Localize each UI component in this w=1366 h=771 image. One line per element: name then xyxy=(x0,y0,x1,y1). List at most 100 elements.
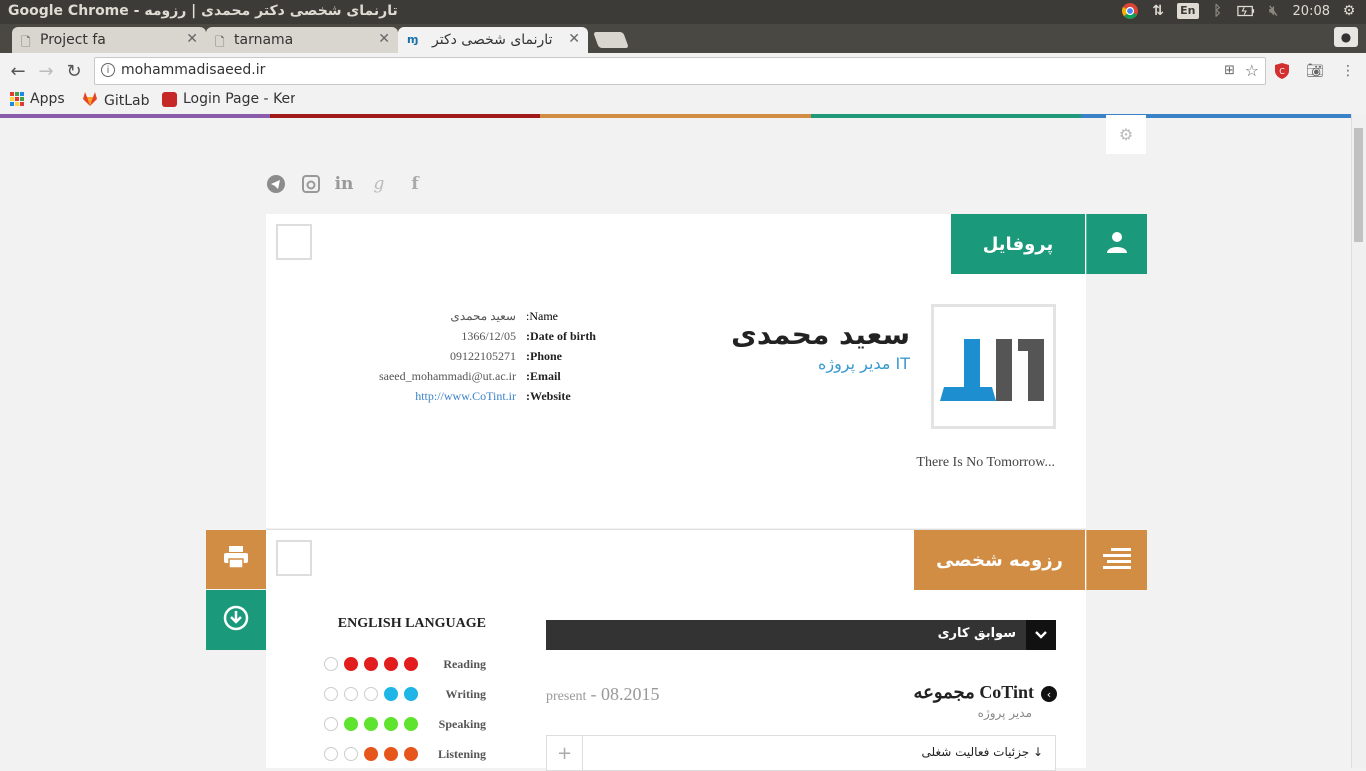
battery-icon[interactable] xyxy=(1236,2,1255,20)
info-value-email[interactable]: saeed_mohammadi@ut.ac.ir xyxy=(379,369,516,384)
info-label: :Date of birth xyxy=(526,329,596,343)
bookmark-label: GitLab xyxy=(104,92,150,109)
download-button[interactable] xyxy=(206,590,266,650)
bookmark-apps[interactable]: Apps xyxy=(10,91,65,107)
tab-project-fa[interactable]: 🗋 Project fa ✕ xyxy=(12,27,206,53)
work-history-header[interactable]: سوابق کاری xyxy=(546,620,1026,650)
color-segment xyxy=(270,114,541,118)
resume-section-title: رزومه شخصی xyxy=(936,549,1063,571)
settings-gear-button[interactable]: ⚙ xyxy=(1106,115,1146,154)
info-label: :Email xyxy=(526,369,561,383)
telegram-icon[interactable] xyxy=(265,174,287,199)
gear-icon: ⚙ xyxy=(1118,125,1134,144)
info-label: :Website xyxy=(526,389,571,403)
url-text[interactable]: mohammadisaeed.ir xyxy=(121,62,265,78)
site-color-bar xyxy=(0,114,1352,118)
google-plus-icon[interactable]: g xyxy=(368,174,390,194)
linkedin-icon[interactable]: in xyxy=(333,174,355,194)
profile-motto: There Is No Tomorrow... xyxy=(916,455,1055,470)
menu-icon[interactable]: ⋮ xyxy=(1338,61,1358,81)
skill-name: Reading xyxy=(443,657,486,671)
chevron-down-icon[interactable] xyxy=(1026,620,1056,650)
profile-toggle-checkbox[interactable] xyxy=(276,224,312,260)
profile-section-header: پروفایل xyxy=(951,214,1085,274)
profile-icon[interactable]: ● xyxy=(1334,27,1358,47)
info-icon[interactable]: i xyxy=(101,63,115,77)
skill-level-dot xyxy=(364,657,378,671)
color-segment xyxy=(540,114,811,118)
profile-photo xyxy=(931,304,1056,429)
star-icon[interactable]: ☆ xyxy=(1245,61,1259,80)
profile-name: سعید محمدی xyxy=(731,318,910,351)
reload-icon[interactable]: ↻ xyxy=(62,59,86,83)
color-segment xyxy=(0,114,271,118)
new-tab-button[interactable] xyxy=(593,32,629,48)
gear-icon[interactable]: ⚙ xyxy=(1340,2,1358,20)
tab-strip: 🗋 Project fa ✕ 🗋 tarnama ✕ ɱ تارنمای شخص… xyxy=(0,24,1366,53)
info-value-birthdate: 1366/12/05 xyxy=(461,329,516,343)
skill-level-dot xyxy=(364,717,378,731)
skill-level-dot xyxy=(324,717,338,731)
color-segment xyxy=(810,114,1081,118)
site-favicon-icon: ɱ xyxy=(407,33,419,46)
bookmark-gitlab[interactable]: GitLab xyxy=(82,91,150,110)
work-history-title: سوابق کاری xyxy=(937,626,1016,641)
forward-arrow-icon[interactable]: → xyxy=(34,59,58,83)
camera-icon[interactable]: 📷︎ xyxy=(1305,61,1325,81)
job-date-range: present - 08.2015 xyxy=(546,684,660,704)
tab-label: Project fa xyxy=(40,32,106,48)
clock[interactable]: 20:08 xyxy=(1293,4,1330,19)
browser-toolbar: ← → ↻ i mohammadisaeed.ir ⊞ ☆ C 📷︎ ⋮ xyxy=(0,53,1366,89)
chrome-icon[interactable] xyxy=(1121,2,1139,20)
profile-section-icon-block xyxy=(1086,214,1147,274)
close-icon[interactable]: ✕ xyxy=(186,31,198,47)
info-value-website-link[interactable]: http://www.CoTint.ir xyxy=(415,389,516,404)
os-top-bar: Google Chrome - تارنمای شخصی دکتر محمدی … xyxy=(0,0,1366,24)
chevron-left-circle-icon[interactable]: ‹ xyxy=(1041,686,1057,702)
info-label: :Phone xyxy=(526,349,562,363)
bookmark-login-page[interactable]: Login Page - Keri xyxy=(162,91,295,107)
bluetooth-icon[interactable]: ᛒ xyxy=(1209,2,1227,20)
close-icon[interactable]: ✕ xyxy=(378,31,390,47)
instagram-icon[interactable] xyxy=(300,174,322,199)
svg-text:C: C xyxy=(1279,67,1285,76)
tab-tarnama[interactable]: 🗋 tarnama ✕ xyxy=(206,27,398,53)
translate-icon[interactable]: ⊞ xyxy=(1224,63,1235,78)
resume-section-header: رزومه شخصی xyxy=(914,530,1085,590)
job-position: مدیر پروژه xyxy=(977,706,1032,720)
expand-plus-icon[interactable]: + xyxy=(547,736,583,770)
skill-name: Listening xyxy=(437,747,486,761)
keyboard-language-indicator[interactable]: En xyxy=(1177,3,1199,19)
user-icon xyxy=(1105,230,1129,259)
profile-section-title: پروفایل xyxy=(982,233,1054,255)
download-circle-icon xyxy=(223,605,249,636)
gitlab-icon xyxy=(82,91,98,110)
scrollbar-thumb[interactable] xyxy=(1354,128,1363,242)
print-button[interactable] xyxy=(206,530,266,589)
document-icon: 🗋 xyxy=(21,35,31,49)
profile-role: مدیر پروژه IT xyxy=(817,354,910,373)
tab-active-site[interactable]: ɱ تارنمای شخصی دکتر ✕ xyxy=(398,27,588,53)
back-arrow-icon[interactable]: ← xyxy=(6,59,30,83)
bookmark-label: Login Page - Keri xyxy=(183,91,295,107)
info-value-name: سعید محمدی xyxy=(450,309,516,323)
skill-level-dot xyxy=(324,687,338,701)
tab-label: tarnama xyxy=(234,32,294,48)
close-icon[interactable]: ✕ xyxy=(568,31,580,47)
skill-level-dot xyxy=(364,687,378,701)
bookmarks-bar: Apps GitLab Login Page - Keri xyxy=(0,89,1366,113)
network-icon[interactable]: ⇅ xyxy=(1149,2,1167,20)
resume-toggle-checkbox[interactable] xyxy=(276,540,312,576)
job-details-accordion[interactable]: + جزئیات فعالیت شغلی ↓ xyxy=(546,735,1056,771)
job-date-start: 08.2015 xyxy=(600,684,660,704)
keri-favicon-icon xyxy=(162,91,177,107)
tab-label: تارنمای شخصی دکتر xyxy=(432,32,553,48)
skill-level-dot xyxy=(364,747,378,761)
apps-grid-icon xyxy=(10,92,24,106)
address-bar[interactable]: i mohammadisaeed.ir ⊞ ☆ xyxy=(94,57,1266,85)
skill-name: Writing xyxy=(445,687,486,701)
bookmark-label: Apps xyxy=(30,91,65,107)
extension-shield-icon[interactable]: C xyxy=(1272,61,1292,81)
volume-muted-icon[interactable]: 🔇︎ xyxy=(1265,2,1283,20)
facebook-icon[interactable]: f xyxy=(404,174,426,194)
